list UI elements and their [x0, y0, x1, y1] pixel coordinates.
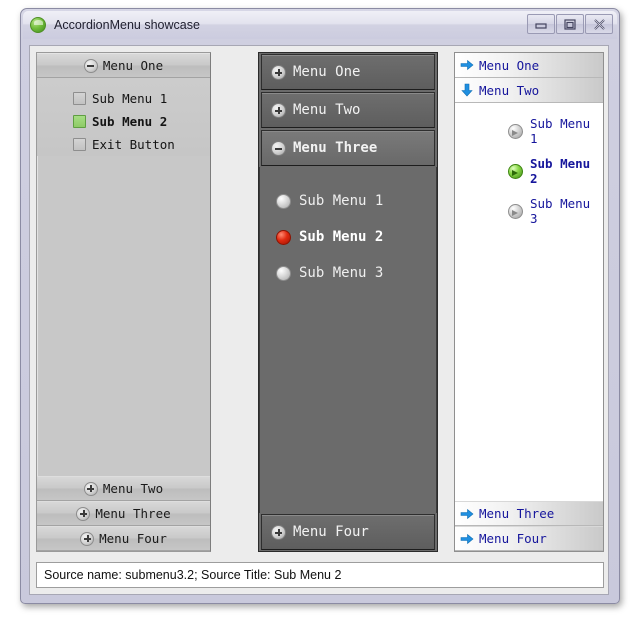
plus-circle-icon [271, 102, 286, 118]
arrow-right-blue-icon [460, 507, 474, 521]
blue-panel-body: Sub Menu 1 Sub Menu 2 Sub Menu 3 [455, 103, 603, 501]
dark-header-menu-three[interactable]: Menu Three [261, 130, 435, 166]
dark-header-menu-two[interactable]: Menu Two [261, 92, 435, 128]
list-item[interactable]: Sub Menu 3 [455, 191, 603, 231]
accordion-dark-panel: Menu One Menu Two Menu Three Sub Menu 1 [258, 52, 438, 552]
accordion-panels-row: Menu One Sub Menu 1 Sub Menu 2 Exit Butt… [30, 46, 608, 558]
plus-circle-icon [83, 481, 98, 496]
blue-header-menu-two[interactable]: Menu Two [455, 78, 603, 103]
dark-header-menu-one[interactable]: Menu One [261, 54, 435, 90]
plus-circle-icon [76, 506, 91, 521]
list-item-label: Sub Menu 2 [299, 229, 384, 245]
light-panel-body: Sub Menu 1 Sub Menu 2 Exit Button [37, 78, 210, 156]
list-item-label: Sub Menu 1 [92, 91, 168, 106]
dark-panel-body: Sub Menu 1 Sub Menu 2 Sub Menu 3 [259, 167, 437, 513]
list-item-label: Sub Menu 1 [530, 116, 591, 146]
list-item-label: Sub Menu 1 [299, 193, 384, 209]
window-controls [527, 14, 613, 34]
dark-header-label: Menu Two [293, 102, 361, 118]
blue-header-menu-three[interactable]: Menu Three [455, 501, 603, 526]
plus-circle-icon [80, 531, 95, 546]
checkbox-unchecked-icon[interactable] [73, 92, 86, 105]
dark-header-menu-four[interactable]: Menu Four [261, 514, 435, 550]
light-header-label: Menu One [102, 58, 164, 73]
list-item[interactable]: Sub Menu 1 [260, 183, 436, 219]
light-header-menu-three[interactable]: Menu Three [37, 501, 210, 526]
sphere-grey-icon [276, 265, 291, 281]
list-item-label: Sub Menu 2 [530, 156, 591, 186]
list-item-label: Sub Menu 3 [299, 265, 384, 281]
sphere-grey-icon [276, 193, 291, 209]
list-item[interactable]: Sub Menu 2 [455, 151, 603, 191]
sphere-arrow-grey-icon [508, 203, 523, 219]
plus-circle-icon [271, 524, 286, 540]
window-title: AccordionMenu showcase [54, 18, 200, 32]
title-bar: AccordionMenu showcase [23, 11, 617, 39]
list-item-exit[interactable]: Exit Button [37, 133, 210, 156]
list-item[interactable]: Sub Menu 1 [455, 111, 603, 151]
blue-header-label: Menu Two [479, 82, 540, 98]
maximize-icon[interactable] [556, 14, 584, 34]
blue-header-menu-one[interactable]: Menu One [455, 53, 603, 78]
app-green-orb-icon [30, 17, 46, 33]
status-bar: Source name: submenu3.2; Source Title: S… [36, 562, 604, 588]
sphere-arrow-green-icon [508, 163, 523, 179]
light-header-menu-one[interactable]: Menu One [37, 53, 210, 78]
light-header-label: Menu Two [102, 481, 164, 496]
light-header-label: Menu Three [95, 506, 171, 521]
list-item-label: Sub Menu 3 [530, 196, 591, 226]
sphere-red-icon [276, 229, 291, 245]
minus-circle-icon [271, 140, 286, 156]
accordion-light-panel: Menu One Sub Menu 1 Sub Menu 2 Exit Butt… [36, 52, 211, 552]
light-header-menu-four[interactable]: Menu Four [37, 526, 210, 551]
light-header-label: Menu Four [99, 531, 167, 546]
list-item-label: Exit Button [92, 137, 175, 152]
client-area: Menu One Sub Menu 1 Sub Menu 2 Exit Butt… [29, 45, 609, 595]
accordion-blue-panel: Menu One Menu Two Sub Menu 1 Sub Menu 2 … [454, 52, 604, 552]
application-window: AccordionMenu showcase Menu One Sub Menu… [20, 8, 620, 604]
blue-header-label: Menu Three [479, 506, 555, 521]
arrow-down-blue-icon [460, 83, 474, 97]
checkbox-checked-green-icon[interactable] [73, 115, 86, 128]
blue-header-menu-four[interactable]: Menu Four [455, 526, 603, 551]
list-item-label: Sub Menu 2 [92, 114, 168, 129]
light-header-menu-two[interactable]: Menu Two [37, 476, 210, 501]
light-bottom-headers: Menu Two Menu Three Menu Four [37, 476, 210, 551]
checkbox-unchecked-icon[interactable] [73, 138, 86, 151]
blue-header-label: Menu Four [479, 531, 547, 546]
sphere-arrow-grey-icon [508, 123, 523, 139]
dark-header-label: Menu Four [293, 524, 369, 540]
minus-circle-icon [83, 58, 98, 73]
minimize-icon[interactable] [527, 14, 555, 34]
list-item[interactable]: Sub Menu 3 [260, 255, 436, 291]
blue-header-label: Menu One [479, 57, 540, 73]
list-item[interactable]: Sub Menu 2 [260, 219, 436, 255]
dark-header-label: Menu Three [293, 140, 378, 156]
arrow-right-blue-icon [460, 58, 474, 72]
list-item[interactable]: Sub Menu 2 [37, 110, 210, 133]
plus-circle-icon [271, 64, 286, 80]
dark-header-label: Menu One [293, 64, 361, 80]
arrow-right-blue-icon [460, 532, 474, 546]
list-item[interactable]: Sub Menu 1 [37, 87, 210, 110]
close-icon[interactable] [585, 14, 613, 34]
